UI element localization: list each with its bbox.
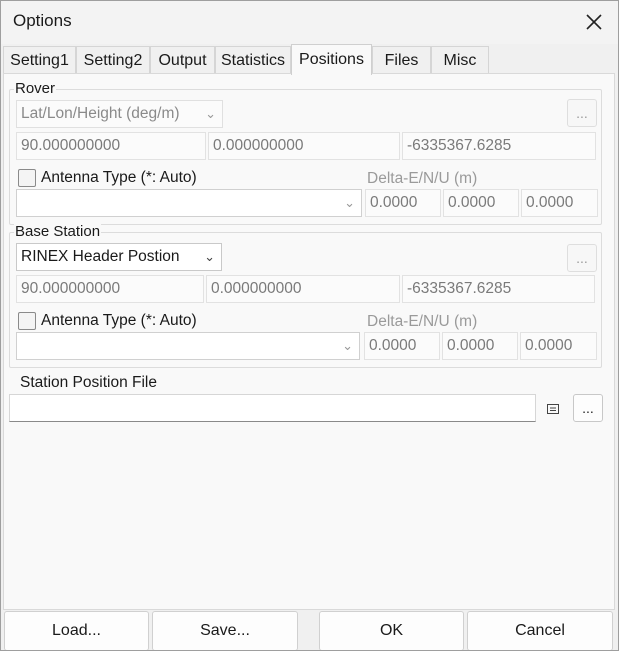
- station-file-label: Station Position File: [20, 374, 157, 391]
- base-delta-u-field[interactable]: 0.0000: [520, 332, 597, 360]
- rover-format-select[interactable]: Lat/Lon/Height (deg/m) ⌄: [16, 100, 223, 128]
- save-button[interactable]: Save...: [152, 611, 298, 651]
- base-lat-field[interactable]: 90.000000000: [16, 275, 204, 303]
- rover-antenna-checkbox[interactable]: [18, 169, 36, 187]
- rover-label: Rover: [14, 80, 57, 97]
- chevron-down-icon: ⌄: [342, 338, 353, 353]
- window-title: Options: [13, 11, 72, 30]
- chevron-down-icon: ⌄: [204, 249, 215, 264]
- chevron-down-icon: ⌄: [205, 106, 216, 121]
- rover-delta-label: Delta-E/N/U (m): [367, 170, 478, 187]
- close-icon: [586, 14, 602, 30]
- tab-output[interactable]: Output: [150, 46, 215, 74]
- tab-setting2[interactable]: Setting2: [76, 46, 150, 74]
- base-browse-button[interactable]: ...: [567, 244, 597, 272]
- load-button[interactable]: Load...: [4, 611, 149, 651]
- rover-lon-field[interactable]: 0.000000000: [208, 132, 400, 160]
- base-antenna-checkbox[interactable]: [18, 312, 36, 330]
- base-delta-label: Delta-E/N/U (m): [367, 313, 478, 330]
- base-antenna-select[interactable]: ⌄: [16, 332, 360, 360]
- tab-files[interactable]: Files: [372, 46, 431, 74]
- tab-setting1[interactable]: Setting1: [3, 46, 76, 74]
- rover-antenna-label: Antenna Type (*: Auto): [41, 169, 197, 186]
- rover-lat-field[interactable]: 90.000000000: [16, 132, 206, 160]
- view-file-icon[interactable]: [546, 402, 560, 414]
- rover-antenna-select[interactable]: ⌄: [16, 189, 362, 217]
- rover-browse-button[interactable]: ...: [567, 99, 597, 127]
- close-button[interactable]: [574, 4, 614, 40]
- tab-strip: Setting1 Setting2 Output Statistics Posi…: [3, 44, 489, 75]
- base-lon-field[interactable]: 0.000000000: [206, 275, 400, 303]
- base-format-select[interactable]: RINEX Header Postion ⌄: [16, 243, 222, 271]
- rover-height-field[interactable]: -6335367.6285: [402, 132, 596, 160]
- cancel-button[interactable]: Cancel: [467, 611, 613, 651]
- station-file-input[interactable]: [9, 394, 536, 422]
- rover-delta-n-field[interactable]: 0.0000: [443, 189, 519, 217]
- station-file-browse-button[interactable]: ...: [573, 394, 603, 422]
- tab-statistics[interactable]: Statistics: [215, 46, 291, 74]
- base-delta-n-field[interactable]: 0.0000: [442, 332, 518, 360]
- chevron-down-icon: ⌄: [344, 195, 355, 210]
- rover-delta-u-field[interactable]: 0.0000: [521, 189, 598, 217]
- rover-delta-e-field[interactable]: 0.0000: [365, 189, 441, 217]
- ok-button[interactable]: OK: [319, 611, 464, 651]
- tab-misc[interactable]: Misc: [431, 46, 489, 74]
- base-label: Base Station: [14, 223, 102, 240]
- tab-positions[interactable]: Positions: [291, 44, 372, 75]
- title-bar: [0, 0, 619, 44]
- base-delta-e-field[interactable]: 0.0000: [364, 332, 440, 360]
- base-antenna-label: Antenna Type (*: Auto): [41, 312, 197, 329]
- base-height-field[interactable]: -6335367.6285: [402, 275, 595, 303]
